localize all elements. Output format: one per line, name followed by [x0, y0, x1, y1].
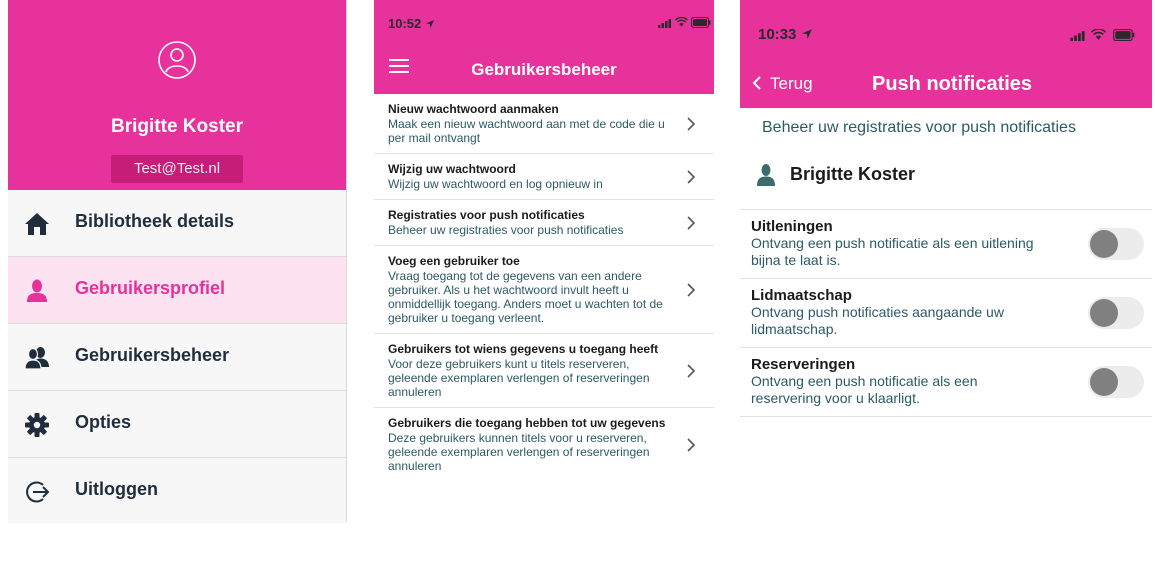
menu-item-label: Opties	[75, 412, 132, 432]
menu-item-gebruikersbeheer[interactable]: Gebruikersbeheer	[8, 324, 346, 391]
lidmaatschap-toggle[interactable]	[1088, 297, 1144, 329]
option-description: Ontvang een push notificatie als een uit…	[751, 235, 1034, 268]
menu-item-label: Gebruikersbeheer	[75, 345, 230, 365]
chevron-right-icon	[687, 437, 696, 452]
list-item-title: Wijzig uw wachtwoord	[388, 162, 516, 176]
menu-item-gebruikersprofiel[interactable]: Gebruikersprofiel	[8, 257, 346, 324]
nav-bar: Terug Push notificaties	[740, 62, 1152, 108]
panel-divider	[346, 0, 347, 522]
page-subtitle: Beheer uw registraties voor push notific…	[762, 119, 1076, 136]
user-name: Brigitte Koster	[790, 164, 916, 184]
list-item-description: Maak een nieuw wachtwoord aan met de cod…	[388, 117, 665, 145]
user-avatar-icon	[158, 41, 196, 79]
list-item-description: Voor deze gebruikers kunt u titels reser…	[388, 357, 650, 399]
side-menu: Bibliotheek details Gebruikersprofiel Ge…	[8, 190, 346, 523]
toggle-knob	[1090, 299, 1118, 327]
list-item-description: Wijzig uw wachtwoord en log opnieuw in	[388, 177, 603, 191]
chevron-right-icon	[687, 169, 696, 184]
list-item-new-password[interactable]: Nieuw wachtwoord aanmaken Maak een nieuw…	[374, 94, 714, 154]
option-description: Ontvang push notificaties aangaande uw l…	[751, 304, 1004, 337]
page-title: Push notificaties	[872, 73, 1033, 95]
wifi-icon	[1091, 29, 1106, 40]
chevron-left-icon	[752, 76, 761, 90]
option-uitleningen: Uitleningen Ontvang een push notificatie…	[740, 209, 1152, 278]
status-time: 10:52	[388, 16, 435, 31]
status-bar: 10:33	[740, 0, 1152, 62]
option-title: Lidmaatschap	[751, 287, 852, 304]
menu-item-label: Bibliotheek details	[75, 211, 235, 231]
toggle-knob	[1090, 230, 1118, 258]
list-item-description: Beheer uw registraties voor push notific…	[388, 223, 624, 237]
menu-item-bibliotheek-details[interactable]: Bibliotheek details	[8, 190, 346, 257]
back-label: Terug	[770, 74, 813, 93]
page-title: Gebruikersbeheer	[471, 60, 617, 79]
menu-item-uitloggen[interactable]: Uitloggen	[8, 458, 346, 523]
list-item-title: Gebruikers tot wiens gegevens u toegang …	[388, 342, 659, 356]
divider	[740, 416, 1152, 418]
list-item-title: Voeg een gebruiker toe	[388, 254, 520, 268]
location-arrow-icon	[801, 29, 812, 39]
signal-icon	[658, 19, 671, 28]
list-item-title: Nieuw wachtwoord aanmaken	[388, 102, 559, 116]
nav-bar: Gebruikersbeheer	[374, 44, 714, 94]
battery-icon	[1113, 29, 1135, 41]
status-bar: 10:52	[374, 0, 714, 44]
status-time: 10:33	[758, 26, 813, 43]
user-icon	[757, 164, 775, 186]
push-notifications-panel: 10:33 Terug Push notificaties Beheer uw …	[740, 0, 1152, 570]
user-management-panel: 10:52 Gebruikersbeheer Nieuw wachtwoord …	[374, 0, 714, 570]
option-description: Ontvang een push notificatie als een res…	[751, 373, 978, 406]
list-item-users-i-access[interactable]: Gebruikers tot wiens gegevens u toegang …	[374, 334, 714, 408]
list-item-description: Vraag toegang tot de gegevens van een an…	[388, 269, 663, 325]
list-item-change-password[interactable]: Wijzig uw wachtwoord Wijzig uw wachtwoor…	[374, 154, 714, 200]
option-lidmaatschap: Lidmaatschap Ontvang push notificaties a…	[740, 278, 1152, 347]
wifi-icon	[675, 17, 688, 27]
menu-item-label: Gebruikersprofiel	[75, 278, 226, 298]
menu-item-opties[interactable]: Opties	[8, 391, 346, 458]
option-title: Uitleningen	[751, 218, 833, 235]
notification-options: Uitleningen Ontvang een push notificatie…	[740, 209, 1152, 418]
reserveringen-toggle[interactable]	[1088, 366, 1144, 398]
chevron-right-icon	[687, 215, 696, 230]
option-reserveringen: Reserveringen Ontvang een push notificat…	[740, 347, 1152, 416]
home-icon	[25, 213, 49, 235]
side-menu-panel: Brigitte Koster Test@Test.nl Bibliotheek…	[8, 0, 347, 570]
users-icon	[24, 347, 49, 370]
list-item-add-user[interactable]: Voeg een gebruiker toe Vraag toegang tot…	[374, 246, 714, 334]
chevron-right-icon	[687, 116, 696, 131]
menu-item-label: Uitloggen	[75, 479, 158, 499]
profile-header: Brigitte Koster Test@Test.nl	[8, 0, 346, 190]
toggle-knob	[1090, 368, 1118, 396]
list-item-title: Registraties voor push notificaties	[388, 208, 585, 222]
management-list: Nieuw wachtwoord aanmaken Maak een nieuw…	[374, 94, 714, 481]
gear-icon	[25, 413, 49, 437]
user-icon	[27, 279, 47, 302]
list-item-push-registrations[interactable]: Registraties voor push notificaties Behe…	[374, 200, 714, 246]
logout-icon	[26, 481, 50, 503]
list-item-title: Gebruikers die toegang hebben tot uw geg…	[388, 416, 666, 430]
battery-icon	[691, 17, 711, 28]
chevron-right-icon	[687, 363, 696, 378]
signal-icon	[1070, 31, 1085, 41]
uitleningen-toggle[interactable]	[1088, 228, 1144, 260]
option-title: Reserveringen	[751, 356, 856, 373]
list-item-users-with-access[interactable]: Gebruikers die toegang hebben tot uw geg…	[374, 408, 714, 481]
user-email-badge: Test@Test.nl	[111, 155, 243, 183]
location-arrow-icon	[425, 20, 434, 28]
back-button[interactable]: Terug	[752, 74, 813, 94]
chevron-right-icon	[687, 282, 696, 297]
list-item-description: Deze gebruikers kunnen titels voor u res…	[388, 431, 650, 473]
user-name: Brigitte Koster	[111, 116, 243, 137]
